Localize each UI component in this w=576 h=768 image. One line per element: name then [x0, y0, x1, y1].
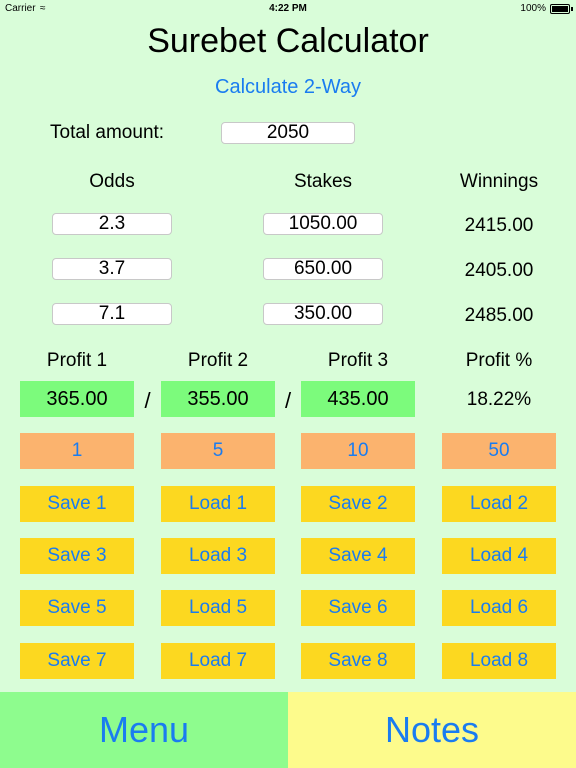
load-4-button[interactable]: Load 4	[442, 538, 556, 574]
page-title: Surebet Calculator	[147, 22, 429, 60]
battery-icon	[550, 4, 570, 14]
status-time: 4:22 PM	[269, 3, 307, 14]
load-5-button[interactable]: Load 5	[161, 590, 275, 626]
winning-value-3: 2485.00	[464, 305, 534, 326]
load-7-button[interactable]: Load 7	[161, 643, 275, 679]
save-8-button[interactable]: Save 8	[301, 643, 415, 679]
calculate-2-way-button[interactable]: Calculate 2-Way	[0, 76, 576, 99]
notes-button[interactable]: Notes	[288, 692, 576, 768]
load-8-button[interactable]: Load 8	[442, 643, 556, 679]
load-6-button[interactable]: Load 6	[442, 590, 556, 626]
load-1-button[interactable]: Load 1	[161, 486, 275, 522]
profit-2-header: Profit 2	[187, 350, 249, 371]
profit-2-value: 355.00	[161, 381, 275, 417]
total-amount-label: Total amount:	[50, 122, 165, 143]
stake-input-3[interactable]	[263, 303, 383, 325]
round-5-button[interactable]: 5	[161, 433, 275, 469]
odds-header: Odds	[89, 171, 135, 192]
stake-input-1[interactable]	[263, 213, 383, 235]
profit-separator-1: /	[144, 388, 151, 413]
round-50-button[interactable]: 50	[442, 433, 556, 469]
profit-3-value: 435.00	[301, 381, 415, 417]
stakes-header: Stakes	[293, 171, 353, 192]
round-1-button[interactable]: 1	[20, 433, 134, 469]
load-2-button[interactable]: Load 2	[442, 486, 556, 522]
save-2-button[interactable]: Save 2	[301, 486, 415, 522]
odds-input-3[interactable]	[52, 303, 172, 325]
save-6-button[interactable]: Save 6	[301, 590, 415, 626]
battery-tip-icon	[571, 7, 573, 11]
profit-1-value: 365.00	[20, 381, 134, 417]
menu-button[interactable]: Menu	[0, 692, 288, 768]
save-5-button[interactable]: Save 5	[20, 590, 134, 626]
load-3-button[interactable]: Load 3	[161, 538, 275, 574]
profit-3-header: Profit 3	[327, 350, 389, 371]
winnings-header: Winnings	[459, 171, 539, 192]
save-7-button[interactable]: Save 7	[20, 643, 134, 679]
save-4-button[interactable]: Save 4	[301, 538, 415, 574]
profit-1-header: Profit 1	[46, 350, 108, 371]
round-10-button[interactable]: 10	[301, 433, 415, 469]
save-1-button[interactable]: Save 1	[20, 486, 134, 522]
winning-value-1: 2415.00	[464, 215, 534, 236]
battery-percent: 100%	[520, 3, 546, 14]
odds-input-2[interactable]	[52, 258, 172, 280]
profit-percent-value: 18.22%	[466, 389, 532, 410]
save-3-button[interactable]: Save 3	[20, 538, 134, 574]
odds-input-1[interactable]	[52, 213, 172, 235]
winning-value-2: 2405.00	[464, 260, 534, 281]
profit-separator-2: /	[284, 388, 292, 413]
status-bar: Carrier ≈ 4:22 PM 100%	[0, 0, 576, 18]
total-amount-input[interactable]	[221, 122, 355, 144]
profit-percent-header: Profit %	[465, 350, 533, 371]
stake-input-2[interactable]	[263, 258, 383, 280]
